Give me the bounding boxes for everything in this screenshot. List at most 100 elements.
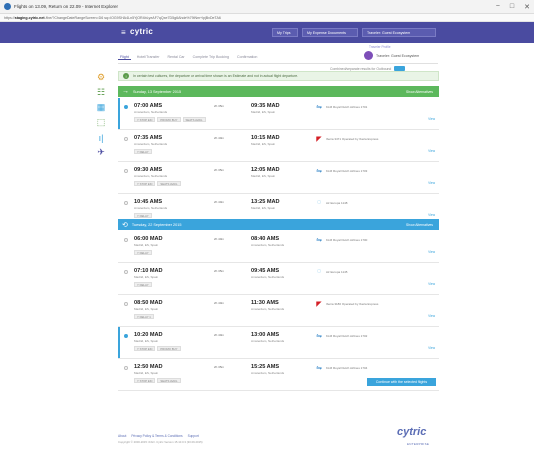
airline-name: KLM Royal Dutch Airlines 1704 bbox=[326, 365, 368, 370]
flight-row[interactable]: 10:20 MAD Madrid, ES, Spain 2h 40m 13:00… bbox=[118, 327, 439, 359]
flight-row[interactable]: 07:10 MAD Madrid, ES, Spain 2h 35m 09:45… bbox=[118, 263, 439, 295]
my-expense-button[interactable]: My Expense Documents bbox=[302, 28, 358, 37]
fare-tags: Y STOP EKI PROMO BUY SEATS AVAIL bbox=[134, 117, 206, 122]
flight-duration: 2h 40m bbox=[214, 333, 225, 337]
step-flight[interactable]: Flight bbox=[118, 55, 131, 60]
arrival-city: Amsterdam, Netherlands bbox=[251, 243, 285, 247]
show-alternatives-link[interactable]: Show Alternatives bbox=[406, 223, 433, 227]
departure-city: Amsterdam, Netherlands bbox=[134, 142, 168, 146]
arrival-time: 12:05 MAD bbox=[251, 167, 280, 173]
departure-city: Amsterdam, Netherlands bbox=[134, 206, 168, 210]
selected-indicator bbox=[118, 98, 120, 129]
view-details-link[interactable]: View bbox=[428, 346, 435, 350]
airline-name: Air Europa 1148 bbox=[326, 200, 348, 205]
fare-tags: Y DELAY bbox=[134, 282, 152, 287]
view-details-link[interactable]: View bbox=[428, 117, 435, 121]
steps-divider bbox=[118, 63, 438, 64]
flight-select-radio[interactable] bbox=[124, 270, 128, 274]
view-details-link[interactable]: View bbox=[428, 282, 435, 286]
fare-tags: Y DELAY bbox=[134, 250, 152, 255]
air-logo-icon: ⇋ bbox=[316, 332, 322, 340]
view-details-link[interactable]: View bbox=[428, 314, 435, 318]
air-logo-icon: ⇋ bbox=[316, 236, 322, 244]
flight-select-radio[interactable] bbox=[124, 105, 128, 109]
show-alternatives-link[interactable]: Show Alternatives bbox=[406, 90, 433, 94]
section-date: Sunday, 13 September 2015 bbox=[133, 89, 182, 94]
footer-link-privacy[interactable]: Privacy Policy & Terms & Conditions bbox=[131, 434, 182, 438]
arrival-time: 09:35 MAD bbox=[251, 103, 280, 109]
flight-duration: 2h 40m bbox=[214, 136, 225, 140]
avatar bbox=[364, 51, 373, 60]
sorting-icon[interactable]: ⚙ bbox=[95, 72, 107, 83]
view-details-link[interactable]: View bbox=[428, 213, 435, 217]
fare-tag: Y STOP EKI bbox=[134, 346, 156, 351]
flight-select-radio[interactable] bbox=[124, 201, 128, 205]
flight-select-radio[interactable] bbox=[124, 137, 128, 141]
minimize-button[interactable]: − bbox=[496, 3, 500, 11]
departure-time: 10:45 AMS bbox=[134, 199, 163, 205]
flight-row[interactable]: 12:50 MAD Madrid, ES, Spain 2h 35m 15:25… bbox=[118, 359, 439, 391]
flight-row[interactable]: 07:00 AMS Amsterdam, Netherlands 2h 35m … bbox=[118, 98, 439, 130]
arrival-city: Madrid, ES, Spain bbox=[251, 174, 276, 178]
flight-row[interactable]: 07:35 AMS Amsterdam, Netherlands 2h 40m … bbox=[118, 130, 439, 162]
departure-city: Amsterdam, Netherlands bbox=[134, 174, 168, 178]
arrival-city: Amsterdam, Netherlands bbox=[251, 371, 285, 375]
departure-time: 12:50 MAD bbox=[134, 364, 163, 370]
address-bar[interactable]: https:// staging.cytric.net /ibe/?Change… bbox=[0, 14, 534, 22]
window-controls: − □ ✕ bbox=[496, 3, 530, 11]
traveler-dropdown[interactable]: Traveler: Guest Ecosystem bbox=[362, 28, 436, 37]
arrival-city: Madrid, ES, Spain bbox=[251, 142, 276, 146]
arrival-time: 10:15 MAD bbox=[251, 135, 280, 141]
continue-button[interactable]: Continue with the selected flights bbox=[367, 378, 436, 386]
flight-select-radio[interactable] bbox=[124, 302, 128, 306]
step-confirmation[interactable]: Confirmation bbox=[235, 55, 259, 60]
address-scheme: https:// bbox=[4, 15, 15, 20]
arrival-city: Madrid, ES, Spain bbox=[251, 110, 276, 114]
info-icon: ! bbox=[123, 73, 129, 79]
flight-row[interactable]: 09:30 AMS Amsterdam, Netherlands 2h 35m … bbox=[118, 162, 439, 194]
return-arrow-icon: ⟲ bbox=[122, 221, 128, 229]
departure-city: Amsterdam, Netherlands bbox=[134, 110, 168, 114]
footer-link-about[interactable]: About bbox=[118, 434, 126, 438]
menu-icon[interactable]: ≡ bbox=[121, 28, 126, 37]
my-trips-button[interactable]: My Trips bbox=[272, 28, 298, 37]
airline-info: ◤ Iberia 3180 Operated by Iberia Express bbox=[315, 300, 378, 308]
stops-icon[interactable]: ı| bbox=[95, 132, 107, 143]
step-hotel[interactable]: Hotel/Transfer bbox=[135, 55, 162, 60]
flight-row[interactable]: 08:50 MAD Madrid, ES, Spain 2h 40m 11:30… bbox=[118, 295, 439, 327]
airline-info: ◌ Air Europa 1148 bbox=[315, 199, 348, 206]
flight-select-radio[interactable] bbox=[124, 169, 128, 173]
fare-tag: PROMO BUY bbox=[157, 346, 181, 351]
flight-select-radio[interactable] bbox=[124, 366, 128, 370]
flight-select-radio[interactable] bbox=[124, 238, 128, 242]
footer-link-support[interactable]: Support bbox=[188, 434, 199, 438]
fare-tags: Y DELAY bbox=[134, 213, 152, 218]
fare-tags: Y DELAY 1 bbox=[134, 314, 154, 319]
profile-tag: Traveler Profile bbox=[369, 45, 391, 49]
browser-icon bbox=[4, 3, 11, 10]
footer-copyright: Copyright © 2000-2015 i:FAO. Cytric Vers… bbox=[118, 440, 203, 444]
airline-icon[interactable]: ▦ bbox=[95, 102, 107, 113]
maximize-button[interactable]: □ bbox=[510, 3, 514, 11]
profile-name: Traveler: Guest Ecosystem bbox=[376, 54, 420, 58]
view-details-link[interactable]: View bbox=[428, 250, 435, 254]
step-rental-car[interactable]: Rental Car bbox=[165, 55, 186, 60]
flight-duration: 2h 35m bbox=[214, 104, 225, 108]
cytric-logo[interactable]: cytric bbox=[130, 27, 153, 36]
flight-duration: 2h 35m bbox=[214, 168, 225, 172]
footer-logo: cytric bbox=[397, 426, 427, 438]
view-details-link[interactable]: View bbox=[428, 181, 435, 185]
flight-row[interactable]: 06:00 MAD Madrid, ES, Spain 2h 40m 08:40… bbox=[118, 231, 439, 263]
fare-tag: Y DELAY bbox=[134, 282, 152, 287]
flight-select-radio[interactable] bbox=[124, 334, 128, 338]
filter-icon[interactable]: ☷ bbox=[95, 87, 107, 98]
footer: About Privacy Policy & Terms & Condition… bbox=[0, 420, 534, 459]
step-complete[interactable]: Complete Trip Booking bbox=[191, 55, 231, 60]
plane-icon[interactable]: ✈ bbox=[95, 147, 107, 158]
fare-tag: SEATS AVAIL bbox=[157, 181, 181, 186]
view-details-link[interactable]: View bbox=[428, 149, 435, 153]
price-icon[interactable]: ⬚ bbox=[95, 117, 107, 128]
fare-tag: Y DELAY 1 bbox=[134, 314, 154, 319]
airline-name: Iberia 3471 Operated by Iberia Express bbox=[326, 136, 379, 141]
close-button[interactable]: ✕ bbox=[524, 3, 530, 11]
